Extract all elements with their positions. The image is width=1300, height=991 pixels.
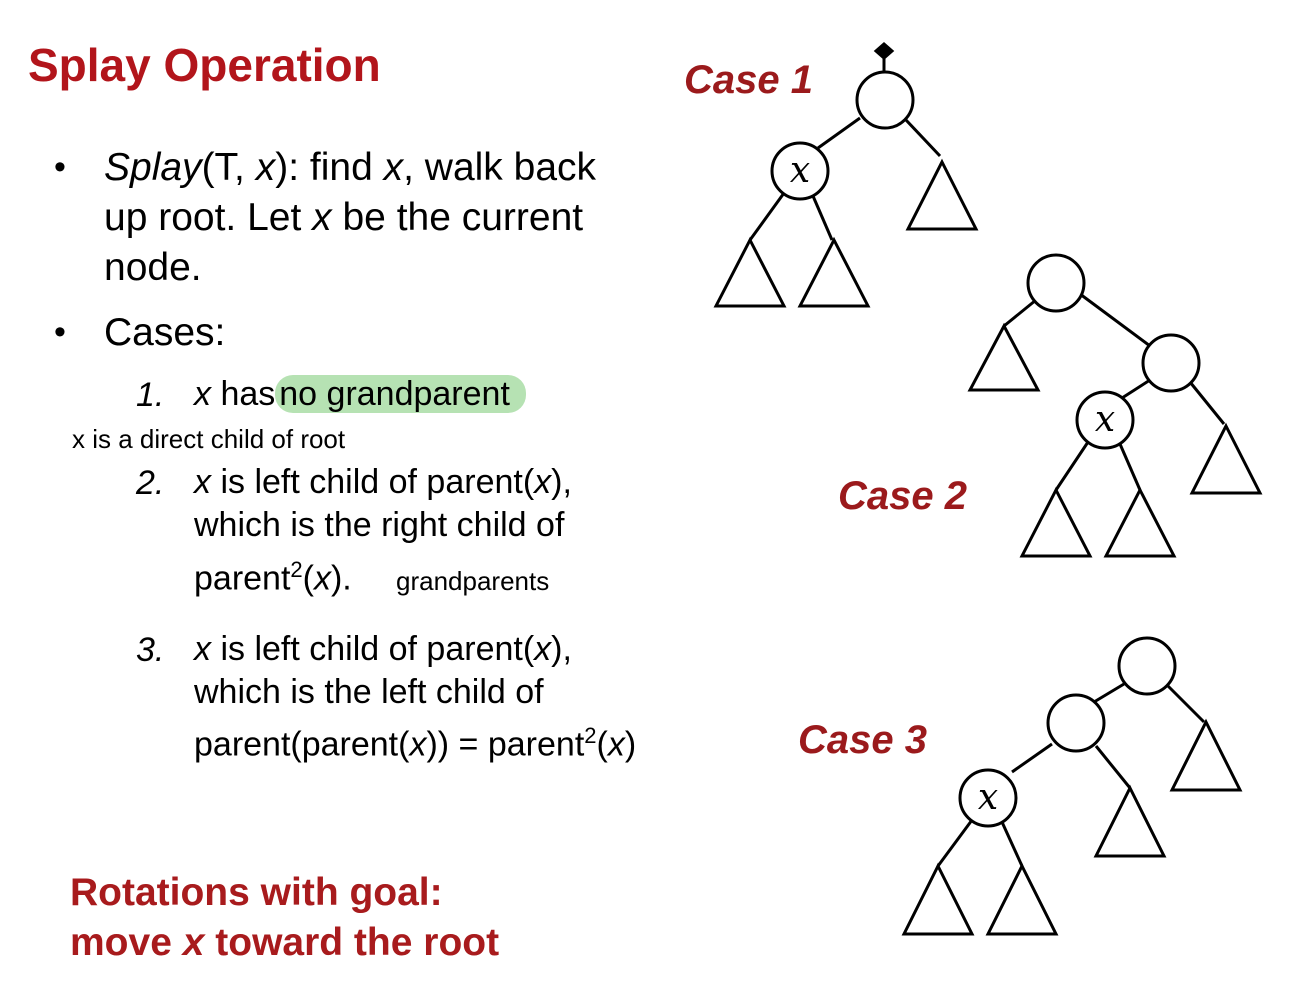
grandparent-node <box>1026 253 1086 313</box>
parent-node <box>1141 333 1201 393</box>
subtree-triangle <box>967 322 1041 392</box>
subtree-triangle <box>985 862 1059 936</box>
node-x-label: x <box>790 150 810 191</box>
edge <box>1000 821 1024 867</box>
edge <box>1011 742 1053 774</box>
edge <box>1094 745 1132 789</box>
subtree-triangle <box>1093 784 1167 858</box>
edge <box>1166 684 1206 724</box>
edge <box>1003 298 1037 328</box>
root-pointer-marker <box>873 42 895 60</box>
subtree-triangle <box>713 236 787 308</box>
subtree-triangle <box>1169 718 1243 792</box>
edge <box>936 819 974 867</box>
case-1-tree <box>713 42 979 308</box>
subtree-triangle <box>1189 422 1263 495</box>
root-node <box>855 70 915 130</box>
node-x-label: x <box>978 777 998 818</box>
case-3-tree <box>901 636 1243 936</box>
node-x-label: x <box>1095 399 1115 440</box>
edge <box>1079 292 1151 348</box>
subtree-triangle <box>1019 486 1093 558</box>
edge <box>811 195 834 241</box>
subtree-triangle <box>905 158 979 231</box>
parent-node <box>1046 693 1106 753</box>
subtree-triangle <box>797 236 871 308</box>
edge <box>1121 378 1151 400</box>
edge <box>1054 441 1090 491</box>
edge <box>1188 381 1226 425</box>
edge <box>748 192 786 241</box>
edge <box>904 118 942 158</box>
edge <box>1093 682 1125 704</box>
subtree-triangle <box>901 862 975 936</box>
grandparent-node <box>1117 636 1177 696</box>
splay-cases-diagram: x x x <box>713 42 1263 936</box>
subtree-triangle <box>1103 486 1177 558</box>
edge <box>1118 443 1142 491</box>
edge <box>817 116 861 150</box>
